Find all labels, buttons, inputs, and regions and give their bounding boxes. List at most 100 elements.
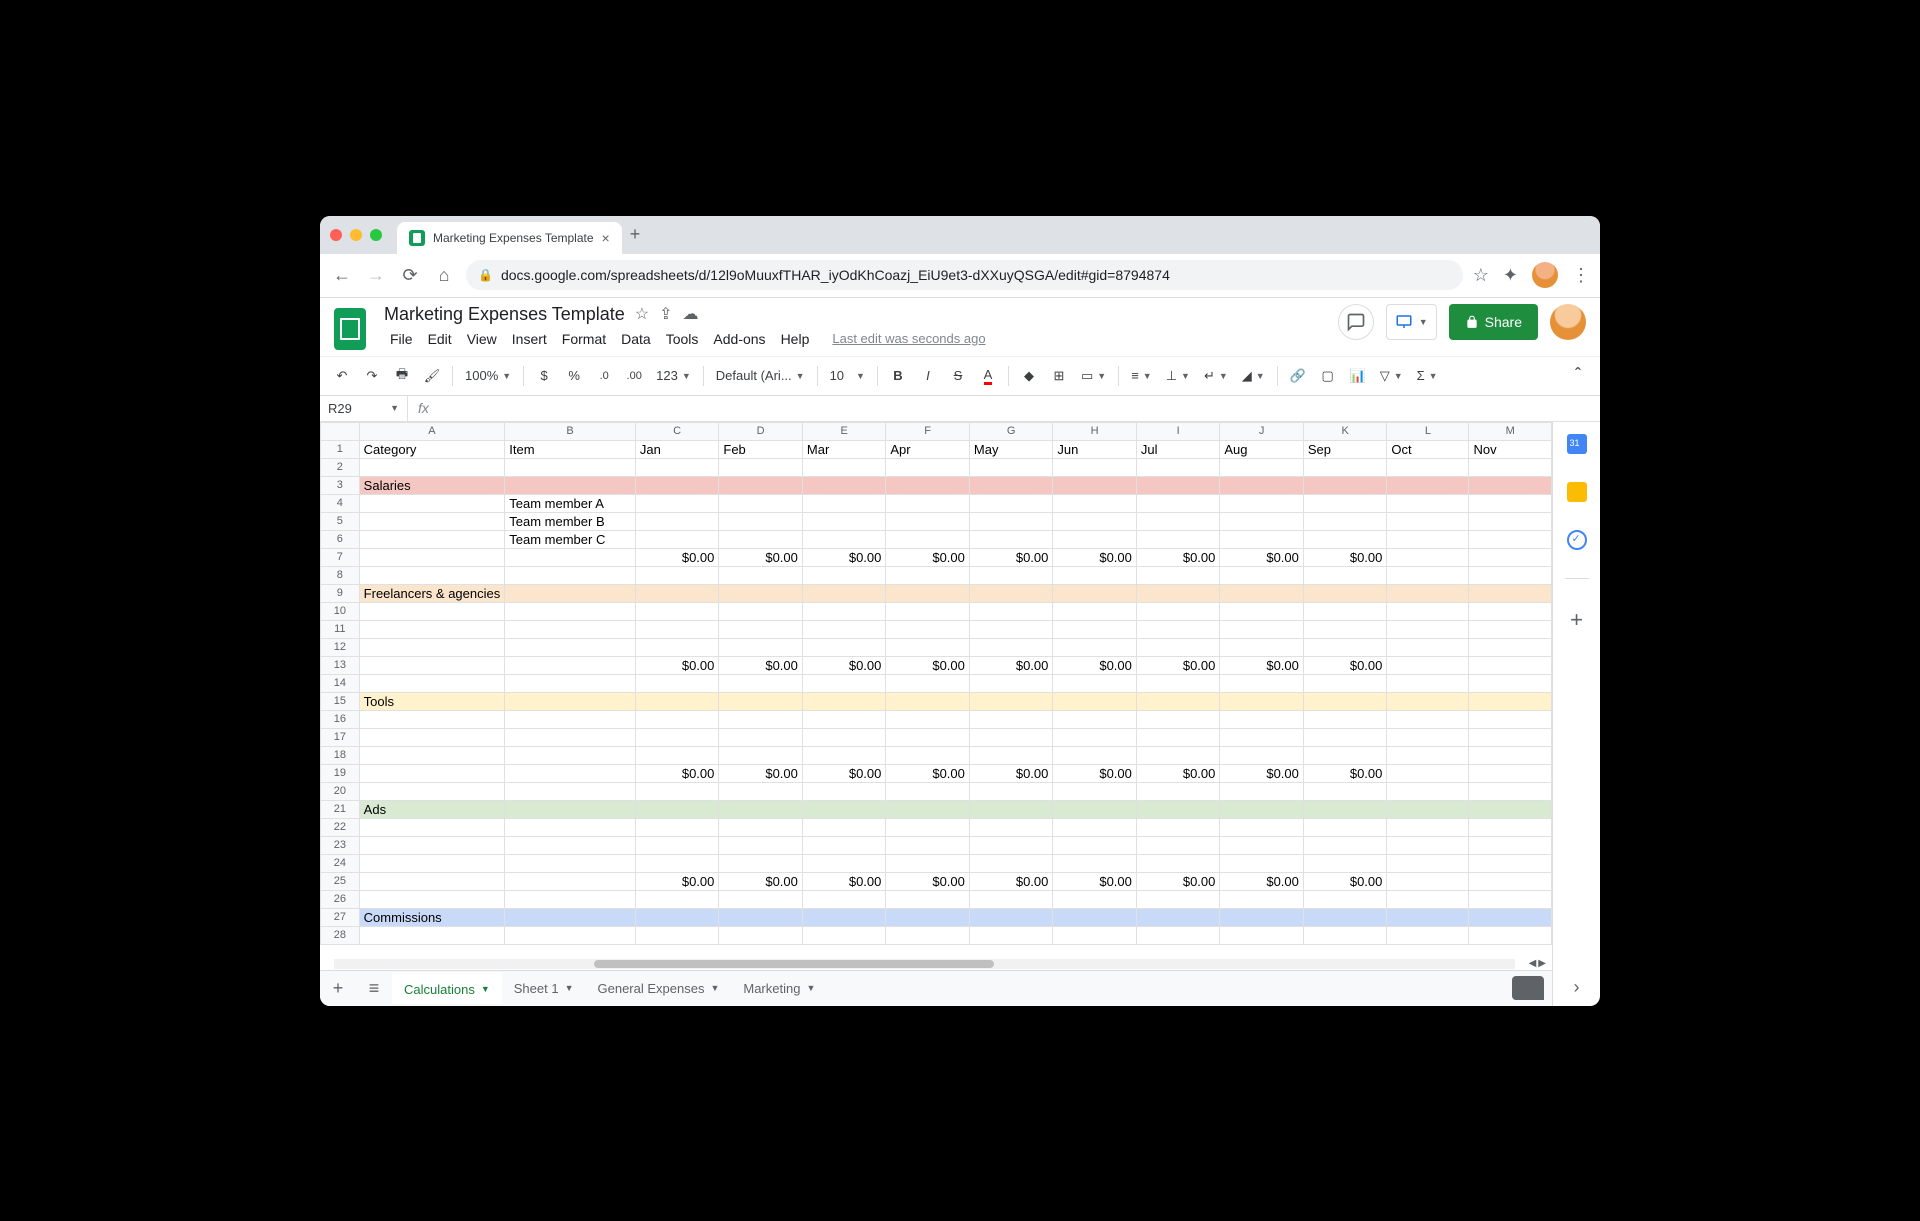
cell[interactable] bbox=[719, 512, 803, 530]
cell[interactable] bbox=[1053, 818, 1137, 836]
cell[interactable] bbox=[1053, 638, 1137, 656]
cell[interactable] bbox=[1303, 494, 1387, 512]
cell[interactable] bbox=[886, 728, 970, 746]
cell[interactable] bbox=[1053, 908, 1137, 926]
cell[interactable] bbox=[886, 818, 970, 836]
cell[interactable] bbox=[1136, 566, 1220, 584]
star-icon[interactable]: ☆ bbox=[635, 304, 649, 324]
bold-button[interactable]: B bbox=[884, 362, 912, 390]
cell[interactable] bbox=[505, 674, 636, 692]
cell[interactable]: $0.00 bbox=[719, 872, 803, 890]
cell[interactable] bbox=[969, 458, 1053, 476]
cell[interactable] bbox=[505, 728, 636, 746]
cell[interactable] bbox=[969, 746, 1053, 764]
borders-button[interactable]: ⊞ bbox=[1045, 362, 1073, 390]
cell[interactable] bbox=[719, 746, 803, 764]
cell[interactable] bbox=[1220, 620, 1304, 638]
sheet-tab[interactable]: General Expenses▼ bbox=[586, 972, 732, 1004]
cell[interactable]: $0.00 bbox=[802, 872, 886, 890]
cell[interactable] bbox=[359, 566, 505, 584]
col-header[interactable]: E bbox=[802, 422, 886, 440]
spreadsheet-grid[interactable]: ABCDEFGHIJKLM1CategoryItemJanFebMarAprMa… bbox=[320, 422, 1552, 958]
cell[interactable] bbox=[1220, 692, 1304, 710]
cell[interactable] bbox=[802, 476, 886, 494]
cell[interactable] bbox=[1469, 620, 1552, 638]
cell[interactable] bbox=[969, 728, 1053, 746]
cell[interactable] bbox=[1387, 530, 1469, 548]
row-header[interactable]: 28 bbox=[321, 926, 360, 944]
cell[interactable]: $0.00 bbox=[1053, 656, 1137, 674]
cell[interactable] bbox=[1053, 800, 1137, 818]
cell[interactable] bbox=[719, 458, 803, 476]
more-formats-button[interactable]: 123▼ bbox=[650, 362, 697, 390]
cell[interactable] bbox=[969, 530, 1053, 548]
cell[interactable] bbox=[802, 584, 886, 602]
cell[interactable]: Nov bbox=[1469, 440, 1552, 458]
cell[interactable] bbox=[1469, 530, 1552, 548]
cell[interactable] bbox=[802, 818, 886, 836]
sheet-tab[interactable]: Sheet 1▼ bbox=[502, 972, 586, 1004]
row-header[interactable]: 21 bbox=[321, 800, 360, 818]
cell[interactable] bbox=[1469, 602, 1552, 620]
font-size-selector[interactable]: 10▼ bbox=[824, 362, 871, 390]
cell[interactable] bbox=[886, 566, 970, 584]
cell[interactable] bbox=[886, 692, 970, 710]
undo-button[interactable]: ↶ bbox=[328, 362, 356, 390]
cell[interactable] bbox=[969, 836, 1053, 854]
cell[interactable] bbox=[635, 728, 719, 746]
cell[interactable] bbox=[802, 674, 886, 692]
cell[interactable] bbox=[969, 620, 1053, 638]
reload-button[interactable]: ⟳ bbox=[398, 263, 422, 287]
cell[interactable] bbox=[886, 494, 970, 512]
row-header[interactable]: 22 bbox=[321, 818, 360, 836]
cell[interactable] bbox=[886, 836, 970, 854]
cell[interactable] bbox=[505, 620, 636, 638]
cell[interactable] bbox=[886, 908, 970, 926]
row-header[interactable]: 27 bbox=[321, 908, 360, 926]
italic-button[interactable]: I bbox=[914, 362, 942, 390]
cell[interactable] bbox=[1220, 710, 1304, 728]
cell[interactable] bbox=[1303, 890, 1387, 908]
cell[interactable] bbox=[1220, 494, 1304, 512]
cell[interactable] bbox=[802, 782, 886, 800]
cell[interactable] bbox=[505, 800, 636, 818]
cell[interactable] bbox=[1220, 746, 1304, 764]
cell[interactable]: Tools bbox=[359, 692, 505, 710]
cell[interactable] bbox=[1220, 566, 1304, 584]
cell[interactable] bbox=[1136, 494, 1220, 512]
currency-button[interactable]: $ bbox=[530, 362, 558, 390]
cell[interactable] bbox=[635, 908, 719, 926]
menu-addons[interactable]: Add-ons bbox=[707, 329, 771, 349]
cell[interactable] bbox=[886, 638, 970, 656]
addons-plus-icon[interactable]: + bbox=[1570, 607, 1583, 633]
row-header[interactable]: 20 bbox=[321, 782, 360, 800]
cell[interactable] bbox=[719, 890, 803, 908]
filter-button[interactable]: ▽▼ bbox=[1374, 362, 1409, 390]
cell[interactable]: $0.00 bbox=[635, 872, 719, 890]
cell[interactable] bbox=[505, 746, 636, 764]
cell[interactable] bbox=[1387, 926, 1469, 944]
row-header[interactable]: 8 bbox=[321, 566, 360, 584]
v-align-button[interactable]: ⊥▼ bbox=[1160, 362, 1196, 390]
cell[interactable] bbox=[1136, 782, 1220, 800]
browser-tab[interactable]: Marketing Expenses Template × bbox=[397, 222, 622, 254]
cell[interactable] bbox=[719, 674, 803, 692]
cell[interactable] bbox=[1387, 494, 1469, 512]
cell[interactable] bbox=[886, 800, 970, 818]
cell[interactable] bbox=[1387, 620, 1469, 638]
cell[interactable]: $0.00 bbox=[1303, 656, 1387, 674]
cell[interactable] bbox=[1136, 692, 1220, 710]
cell[interactable]: $0.00 bbox=[635, 656, 719, 674]
cell[interactable] bbox=[1469, 908, 1552, 926]
cell[interactable]: $0.00 bbox=[1053, 548, 1137, 566]
cell[interactable]: $0.00 bbox=[969, 548, 1053, 566]
cell[interactable]: $0.00 bbox=[969, 764, 1053, 782]
cell[interactable] bbox=[1303, 692, 1387, 710]
cell[interactable] bbox=[635, 746, 719, 764]
cell[interactable] bbox=[1053, 782, 1137, 800]
cell[interactable] bbox=[802, 458, 886, 476]
cell[interactable] bbox=[1053, 602, 1137, 620]
row-header[interactable]: 17 bbox=[321, 728, 360, 746]
cell[interactable]: $0.00 bbox=[1303, 764, 1387, 782]
cell[interactable] bbox=[802, 800, 886, 818]
